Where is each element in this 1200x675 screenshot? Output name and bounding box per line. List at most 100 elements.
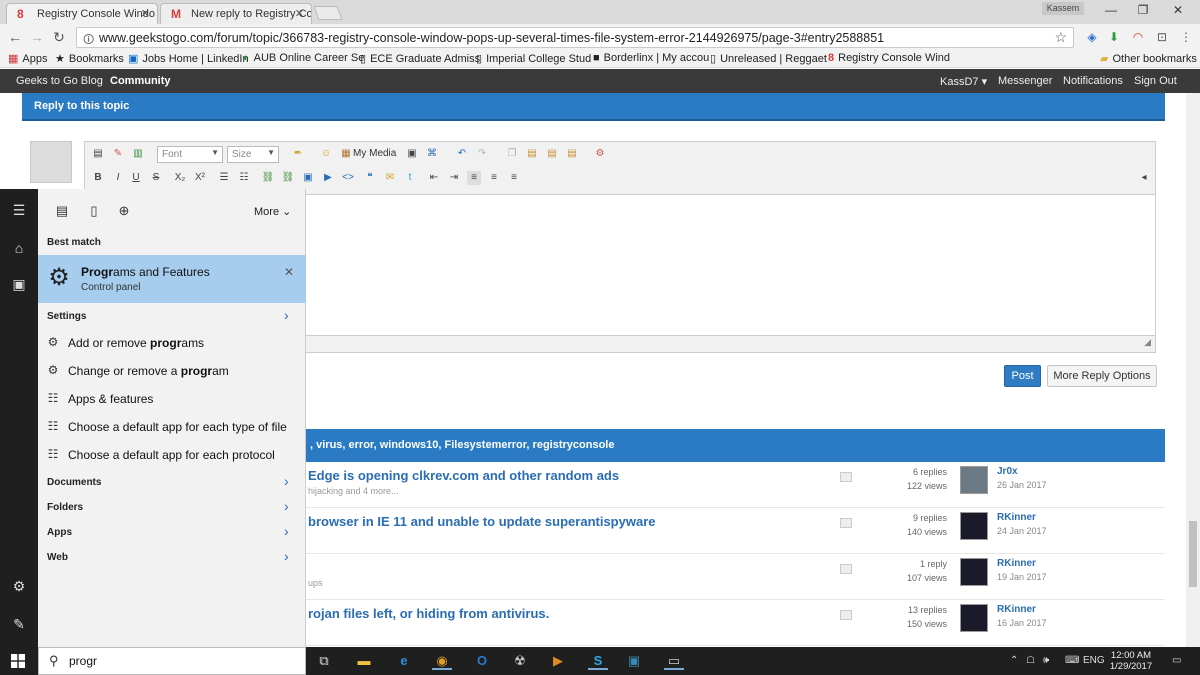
italic-icon[interactable]: I [111,171,125,185]
avatar[interactable] [960,558,988,586]
bookmark-aub[interactable]: ◐ AUB Online Career Se [243,52,364,64]
windows-start-icon[interactable] [11,654,25,668]
last-poster[interactable]: RKinner [997,604,1036,615]
indent-increase-icon[interactable]: ⇥ [447,171,461,185]
search-input[interactable]: progr [69,654,97,668]
close-tab-icon[interactable]: ✕ [295,7,304,20]
bookmark-bookmarks[interactable]: ★ Bookmarks [55,52,124,65]
align-center-icon[interactable]: ≡ [487,171,501,185]
bookmark-registry-console[interactable]: 8 Registry Console Wind [828,52,950,64]
bold-icon[interactable]: B [91,171,105,185]
bookmark-borderlinx[interactable]: ■ Borderlinx | My accou [593,52,709,64]
other-bookmarks[interactable]: ▰ Other bookmarks [1100,52,1197,65]
tab-new-reply[interactable]: M New reply to Registry Co ✕ [160,3,312,24]
bookmark-unreleased[interactable]: ▯ Unreleased | Reggaet [710,52,827,65]
collapse-toolbar-icon[interactable]: ◂ [1137,171,1151,185]
apps-filter-icon[interactable]: ▤ [54,203,70,219]
edge-icon[interactable]: e [394,652,414,670]
language-indicator[interactable]: ENG [1083,655,1105,666]
topic-preview-icon[interactable] [840,518,852,528]
home-icon[interactable]: ⌂ [10,239,28,257]
special-char-icon[interactable]: ⌘ [425,147,439,161]
font-dropdown[interactable]: Font ▼ [157,146,223,163]
media-player-icon[interactable]: ▶ [548,652,568,670]
result-default-app-protocol[interactable]: ☷ Choose a default app for each protocol [38,442,306,468]
avatar[interactable] [960,512,988,540]
undo-icon[interactable]: ↶ [455,147,469,161]
outlook-icon[interactable]: O [472,652,492,670]
gauge-extension-icon[interactable]: ◠ [1130,29,1146,45]
start-search-box[interactable]: ⚲ progr [38,647,306,675]
numbered-list-icon[interactable]: ☷ [237,171,251,185]
system-clock[interactable]: 12:00 AM 1/29/2017 [1108,650,1154,672]
feedback-icon[interactable]: ✎ [10,615,28,633]
documents-filter-icon[interactable]: ▯ [86,203,102,219]
unlink-icon[interactable]: ⛓ [281,171,295,185]
nav-community-link[interactable]: Community [110,75,171,87]
category-web[interactable]: Web [47,552,68,563]
topic-preview-icon[interactable] [840,564,852,574]
download-extension-icon[interactable]: ⬇ [1106,29,1122,45]
notebook-icon[interactable]: ▣ [10,275,28,293]
scrollbar-thumb[interactable] [1189,521,1197,587]
size-dropdown[interactable]: Size ▼ [227,146,279,163]
task-view-icon[interactable]: ⧉ [314,652,334,670]
bookmark-ece[interactable]: ▯ ECE Graduate Admiss [360,52,480,65]
resize-handle-icon[interactable]: ◢ [1144,337,1151,348]
topic-preview-icon[interactable] [840,610,852,620]
settings-expand-icon[interactable]: › [284,307,289,323]
avatar[interactable] [960,604,988,632]
page-info-icon[interactable]: 🛈 [83,31,94,50]
comment-icon[interactable]: ✉ [383,171,397,185]
color-icon[interactable]: ✒ [291,147,305,161]
bookmark-linkedin[interactable]: ▣ Jobs Home | LinkedIn [128,52,249,65]
last-poster[interactable]: RKinner [997,558,1036,569]
topic-preview-icon[interactable] [840,472,852,482]
skype-icon[interactable]: S [588,652,608,670]
spoiler-icon[interactable]: ▣ [405,147,419,161]
more-filters-button[interactable]: More ⌄ [254,205,291,218]
link-icon[interactable]: ⛓ [261,171,275,185]
last-poster[interactable]: Jr0x [997,466,1018,477]
topic-title[interactable]: browser in IE 11 and unable to update su… [308,514,655,529]
apps-expand-icon[interactable]: › [284,523,289,539]
my-media-button[interactable]: My Media [353,148,396,159]
result-add-remove-programs[interactable]: ⚙ Add or remove programs [38,330,306,356]
topic-title[interactable]: Edge is opening clkrev.com and other ran… [308,468,619,483]
image-icon[interactable]: ▣ [301,171,315,185]
align-right-icon[interactable]: ≡ [507,171,521,185]
close-window-icon[interactable]: ✕ [1163,2,1193,20]
align-left-icon[interactable]: ≡ [467,171,481,185]
source-icon[interactable]: ▤ [91,147,105,161]
best-match-programs-and-features[interactable]: ⚙ Programs and Features Control panel ✕ [38,255,306,303]
post-button[interactable]: Post [1004,365,1041,387]
video-icon[interactable]: ▶ [321,171,335,185]
strikethrough-icon[interactable]: S [149,171,163,185]
hamburger-icon[interactable]: ☰ [10,201,28,219]
code-icon[interactable]: <> [341,171,355,185]
folders-expand-icon[interactable]: › [284,498,289,514]
paste-plain-icon[interactable]: ▤ [565,147,579,161]
dropbox-extension-icon[interactable]: ◈ [1084,29,1100,45]
close-tab-icon[interactable]: ✕ [141,7,150,20]
result-apps-features[interactable]: ☷ Apps & features [38,386,306,412]
tab-registry-console[interactable]: 8 Registry Console Windo ✕ [6,3,158,24]
quote-icon[interactable]: ❝ [363,171,377,185]
web-filter-icon[interactable]: ⊕ [116,203,132,219]
tags-text[interactable]: , virus, error, windows10, Filesystemerr… [310,439,614,451]
address-bar[interactable]: 🛈 www.geekstogo.com/forum/topic/366783-r… [76,27,1074,48]
app-icon[interactable]: ☢ [510,652,530,670]
category-folders[interactable]: Folders [47,502,83,513]
file-explorer-icon[interactable]: ▬ [354,652,374,670]
profile-badge[interactable]: Kassem [1042,2,1084,15]
copy-icon[interactable]: ❐ [505,147,519,161]
last-poster[interactable]: RKinner [997,512,1036,523]
chrome-icon[interactable]: ◉ [432,652,452,670]
paste-text-icon[interactable]: ▤ [525,147,539,161]
nav-notifications-link[interactable]: Notifications [1063,75,1123,87]
subscript-icon[interactable]: X₂ [173,171,187,185]
superscript-icon[interactable]: X² [193,171,207,185]
bookmark-apps[interactable]: ▦ Apps [8,52,47,65]
tray-overflow-icon[interactable]: ⌃ [1010,655,1018,666]
underline-icon[interactable]: U [129,171,143,185]
